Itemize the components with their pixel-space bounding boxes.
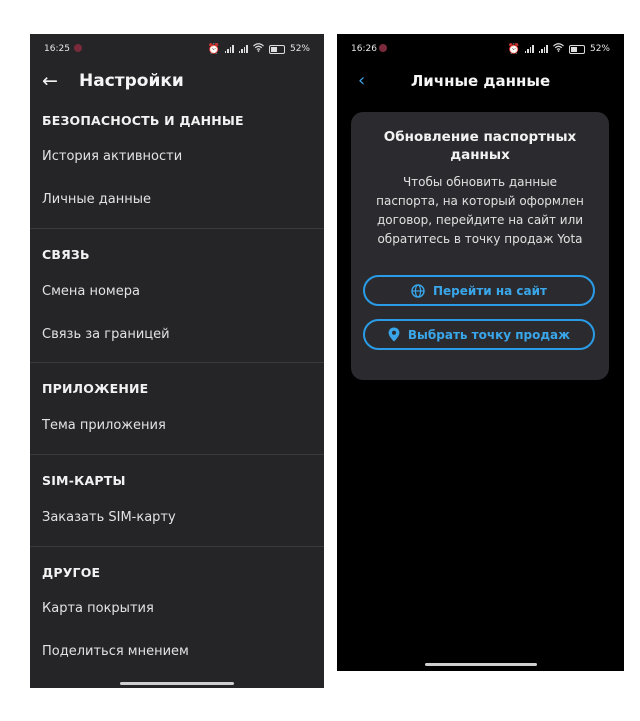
settings-item-roaming[interactable]: Связь за границей: [42, 327, 170, 342]
battery-icon: [568, 44, 585, 54]
wifi-icon: [253, 43, 264, 55]
settings-item-activity-history[interactable]: История активности: [42, 149, 182, 164]
section-title-application: ПРИЛОЖЕНИЕ: [42, 381, 149, 396]
choose-store-button[interactable]: Выбрать точку продаж: [363, 319, 595, 350]
app-header: ‹ Личные данные: [337, 68, 624, 98]
status-icons: ⏰ 52%: [508, 43, 610, 55]
personal-data-screen: 16:26 ⏰ 52% ‹ Личные данные Обновление п…: [337, 34, 624, 671]
go-to-site-button[interactable]: Перейти на сайт: [363, 275, 595, 306]
card-text-line: обратитесь в точку продаж Yota: [377, 232, 583, 246]
divider: [30, 546, 324, 547]
passport-update-card: Обновление паспортных данных Чтобы обнов…: [351, 112, 609, 380]
signal-icon-2: [238, 45, 248, 53]
battery-level: 52%: [589, 44, 610, 54]
go-to-site-label: Перейти на сайт: [433, 283, 547, 298]
divider: [30, 362, 324, 363]
card-title: Обновление паспортных данных: [361, 128, 599, 164]
settings-item-personal-data[interactable]: Личные данные: [42, 192, 151, 207]
notification-icon: [379, 44, 387, 52]
settings-item-app-theme[interactable]: Тема приложения: [42, 418, 166, 433]
battery-icon: [268, 44, 285, 54]
status-icons: ⏰ 52%: [208, 43, 310, 55]
status-time: 16:25: [44, 44, 70, 54]
section-title-other: ДРУГОЕ: [42, 565, 101, 580]
card-text-line: договор, перейдите на сайт или: [376, 213, 584, 227]
status-time: 16:26: [351, 44, 377, 54]
battery-level: 52%: [289, 44, 310, 54]
section-title-security: БЕЗОПАСНОСТЬ И ДАННЫЕ: [42, 113, 244, 128]
signal-icon: [224, 45, 234, 53]
settings-item-order-sim[interactable]: Заказать SIM-карту: [42, 510, 176, 525]
home-indicator[interactable]: [120, 682, 234, 685]
section-title-communication: СВЯЗЬ: [42, 247, 90, 262]
page-title: Настройки: [79, 71, 184, 91]
map-pin-icon: [388, 327, 400, 342]
card-text-line: Чтобы обновить данные: [402, 175, 558, 189]
section-title-sim-cards: SIM-КАРТЫ: [42, 473, 126, 488]
globe-icon: [411, 283, 425, 298]
back-arrow-icon[interactable]: ←: [42, 70, 58, 92]
signal-icon: [524, 45, 534, 53]
settings-screen: 16:25 ⏰ 52% ← Настройки БЕЗОПАСНОСТЬ И Д…: [30, 34, 324, 688]
card-description: Чтобы обновить данные паспорта, на котор…: [361, 173, 599, 249]
settings-item-coverage-map[interactable]: Карта покрытия: [42, 601, 154, 616]
settings-item-change-number[interactable]: Смена номера: [42, 284, 140, 299]
divider: [30, 228, 324, 229]
alarm-off-icon: ⏰: [207, 43, 220, 55]
signal-icon-2: [538, 45, 548, 53]
choose-store-label: Выбрать точку продаж: [407, 327, 571, 342]
card-text-line: паспорта, на который оформлен: [376, 194, 584, 208]
status-bar: 16:26 ⏰ 52%: [337, 34, 624, 62]
app-header: ← Настройки: [30, 68, 324, 98]
wifi-icon: [553, 43, 564, 55]
notification-icon: [74, 44, 82, 52]
home-indicator[interactable]: [425, 663, 537, 666]
page-title: Личные данные: [410, 72, 551, 90]
status-bar: 16:25 ⏰ 52%: [30, 34, 324, 62]
card-title-line: Обновление паспортных: [383, 129, 577, 145]
divider: [30, 454, 324, 455]
card-title-line: данных: [450, 147, 510, 163]
settings-item-share-feedback[interactable]: Поделиться мнением: [42, 644, 189, 659]
alarm-off-icon: ⏰: [507, 43, 520, 55]
